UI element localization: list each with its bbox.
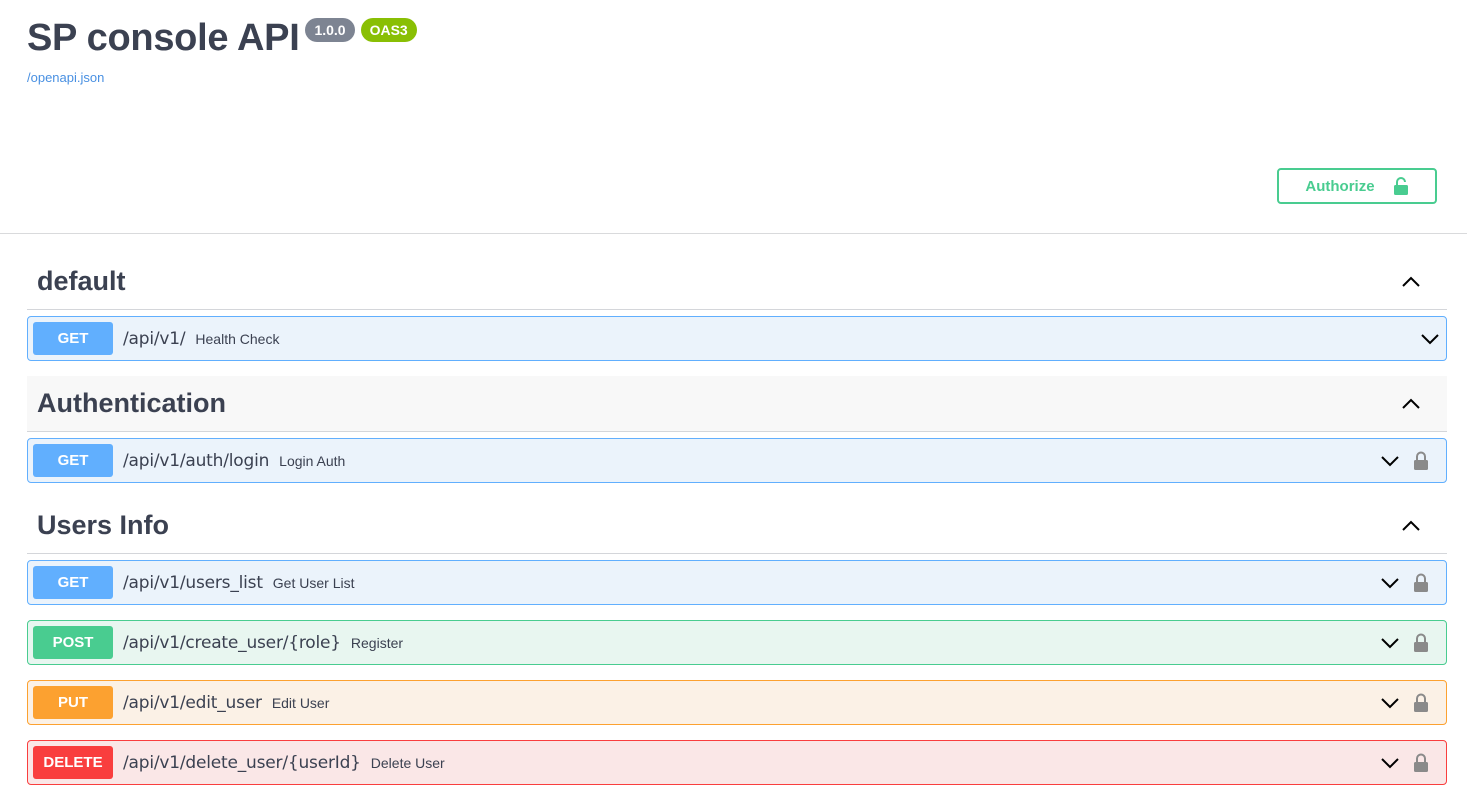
- operation-summary: Delete User: [370, 754, 445, 771]
- lock-icon[interactable]: [1413, 633, 1429, 652]
- chevron-down-icon[interactable]: [1380, 633, 1400, 653]
- method-badge: POST: [33, 626, 113, 659]
- operation-summary: Health Check: [195, 330, 280, 347]
- operation-put-edit-user[interactable]: PUT /api/v1/edit_user Edit User: [27, 680, 1447, 725]
- operation-path: /api/v1/delete_user/{userId}: [123, 752, 361, 773]
- api-info-header: SP console API 1.0.0 OAS3 /openapi.json …: [0, 0, 1467, 234]
- chevron-down-icon[interactable]: [1420, 329, 1440, 349]
- lock-icon[interactable]: [1413, 451, 1429, 470]
- operation-summary: Register: [350, 634, 404, 651]
- operation-path: /api/v1/create_user/{role}: [123, 632, 341, 653]
- openapi-spec-link[interactable]: /openapi.json: [27, 70, 104, 85]
- unlocked-icon: [1393, 177, 1408, 195]
- chevron-down-icon[interactable]: [1380, 573, 1400, 593]
- tag-title: Authentication: [37, 388, 226, 418]
- tag-section-users-info[interactable]: Users Info: [27, 498, 1447, 554]
- title-row: SP console API 1.0.0 OAS3: [27, 14, 417, 62]
- operation-path: /api/v1/edit_user: [123, 692, 262, 713]
- tag-title: Users Info: [37, 510, 170, 540]
- tag-title: default: [37, 266, 126, 296]
- authorize-label: Authorize: [1305, 177, 1375, 195]
- chevron-down-icon[interactable]: [1380, 753, 1400, 773]
- lock-icon[interactable]: [1413, 573, 1429, 592]
- lock-icon[interactable]: [1413, 693, 1429, 712]
- operation-path: /api/v1/users_list: [123, 572, 263, 593]
- operation-summary: Login Auth: [279, 452, 346, 469]
- operation-get-user-list[interactable]: GET /api/v1/users_list Get User List: [27, 560, 1447, 605]
- chevron-up-icon[interactable]: [1401, 272, 1421, 292]
- authorize-button[interactable]: Authorize: [1277, 168, 1437, 204]
- operation-get-health-check[interactable]: GET /api/v1/ Health Check: [27, 316, 1447, 361]
- chevron-up-icon[interactable]: [1401, 394, 1421, 414]
- operation-path: /api/v1/: [123, 328, 186, 349]
- method-badge: GET: [33, 444, 113, 477]
- chevron-down-icon[interactable]: [1380, 451, 1400, 471]
- operation-get-login-auth[interactable]: GET /api/v1/auth/login Login Auth: [27, 438, 1447, 483]
- method-badge: PUT: [33, 686, 113, 719]
- chevron-down-icon[interactable]: [1380, 693, 1400, 713]
- method-badge: GET: [33, 566, 113, 599]
- method-badge: DELETE: [33, 746, 113, 779]
- operation-delete-user[interactable]: DELETE /api/v1/delete_user/{userId} Dele…: [27, 740, 1447, 785]
- operation-path: /api/v1/auth/login: [123, 450, 270, 471]
- version-badge: 1.0.0: [305, 18, 355, 42]
- tag-section-default[interactable]: default: [27, 254, 1447, 310]
- operation-post-register[interactable]: POST /api/v1/create_user/{role} Register: [27, 620, 1447, 665]
- chevron-up-icon[interactable]: [1401, 516, 1421, 536]
- oas-badge: OAS3: [360, 18, 417, 42]
- operation-summary: Get User List: [272, 574, 355, 591]
- operation-summary: Edit User: [271, 694, 330, 711]
- api-title: SP console API: [27, 17, 300, 59]
- method-badge: GET: [33, 322, 113, 355]
- tag-section-authentication[interactable]: Authentication: [27, 376, 1447, 432]
- lock-icon[interactable]: [1413, 753, 1429, 772]
